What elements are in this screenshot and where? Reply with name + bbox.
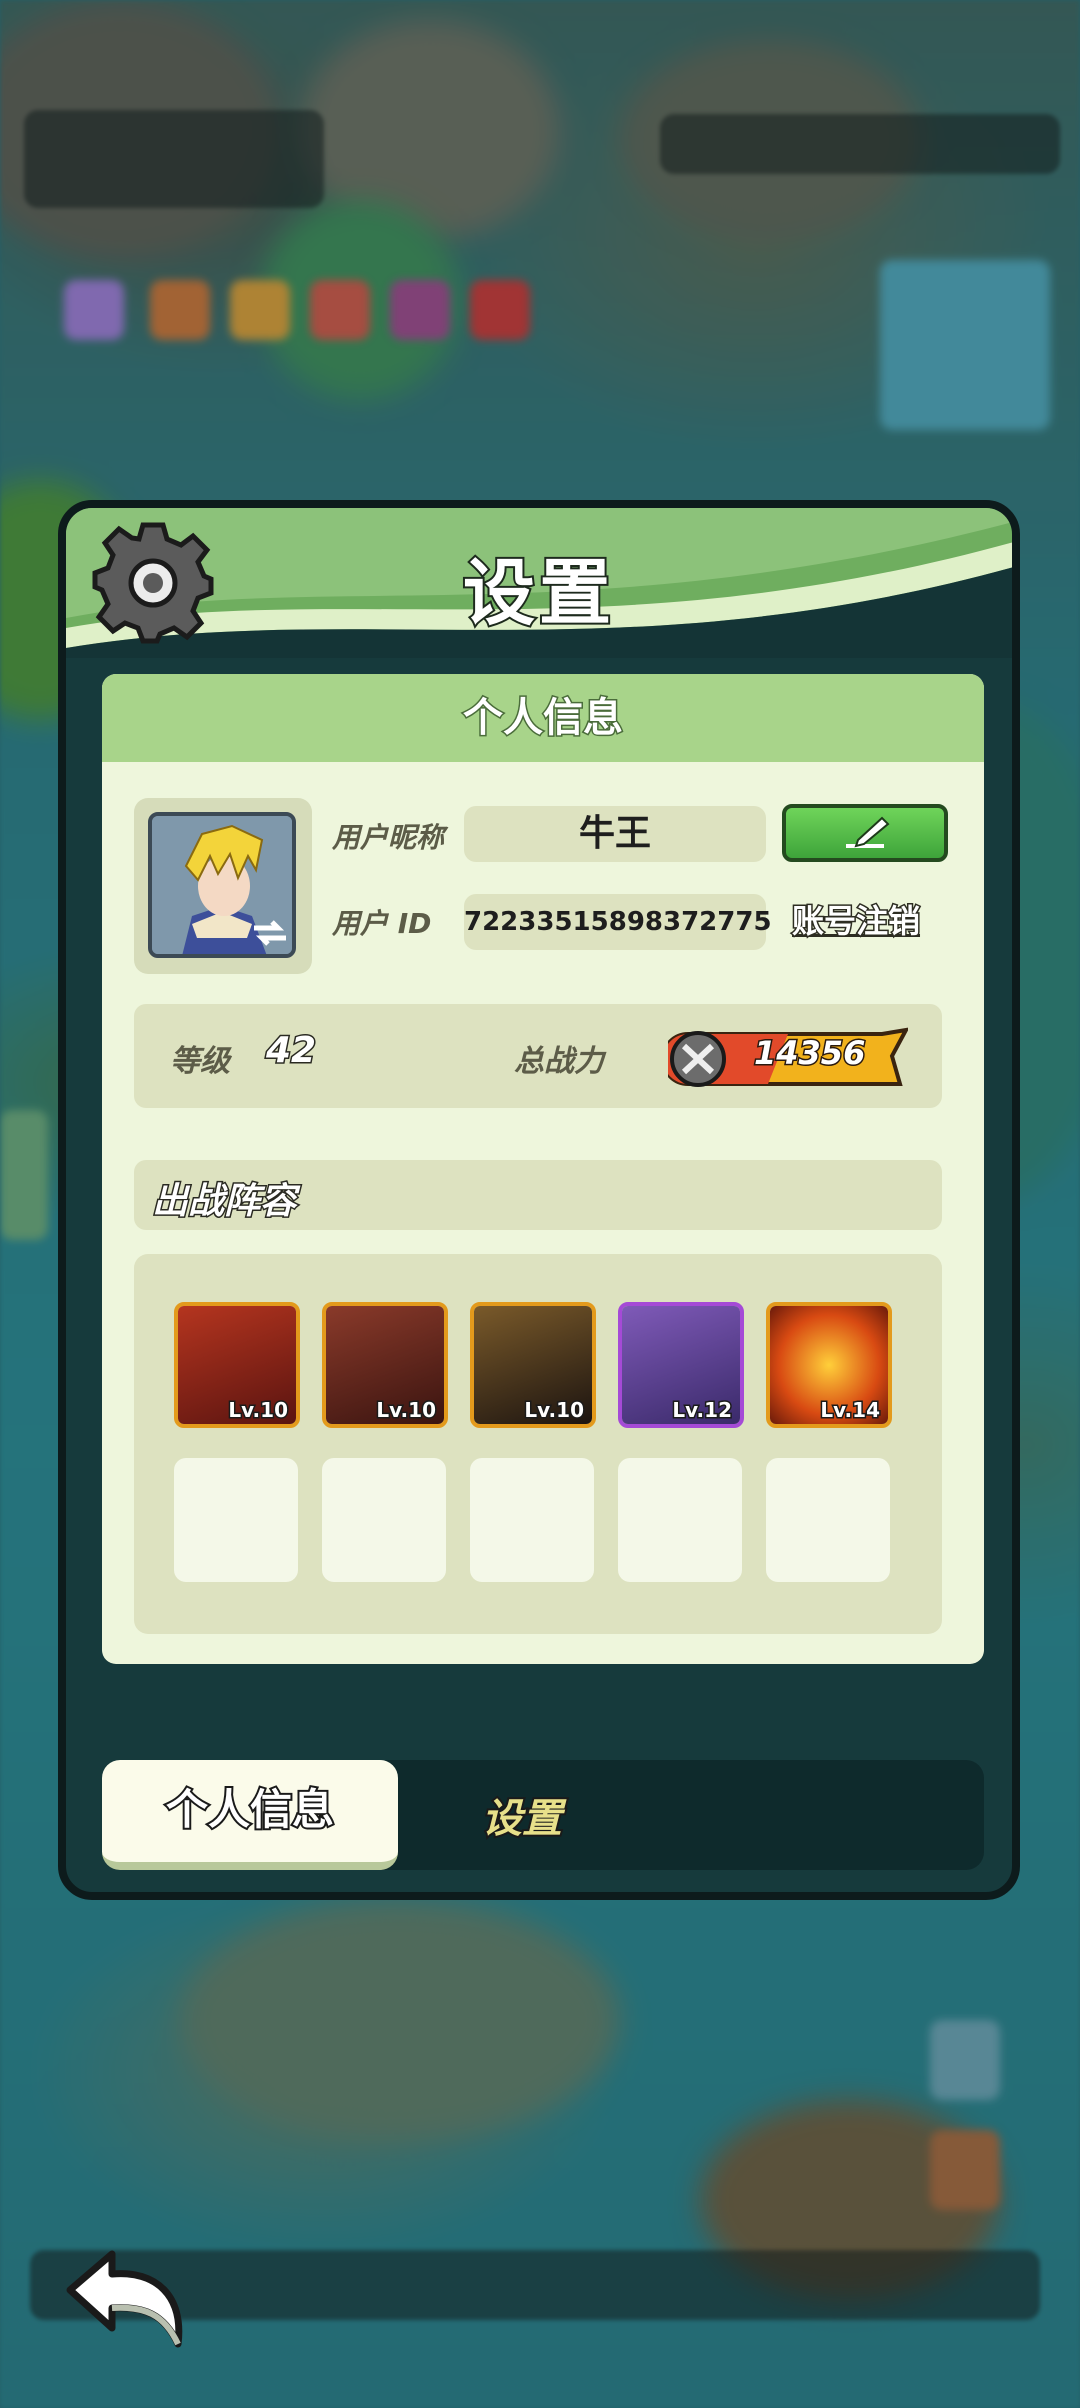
user-id-field: 72233515898372775	[464, 894, 772, 950]
level-label: 等级	[170, 1044, 230, 1079]
hero-level: Lv.12	[671, 1397, 734, 1424]
account-logout-link[interactable]: 账号注销	[790, 896, 921, 942]
hero-level: Lv.10	[523, 1397, 586, 1424]
hero-slot-1[interactable]: Lv.10	[174, 1302, 300, 1428]
swap-icon[interactable]	[250, 916, 290, 950]
power-label: 总战力	[514, 1044, 604, 1079]
section-title: 个人信息	[102, 674, 984, 762]
tab-settings[interactable]: 设置	[480, 1786, 564, 1844]
back-icon	[66, 2250, 183, 2348]
back-button[interactable]	[60, 2248, 190, 2348]
dialog-tabs: 个人信息 设置	[102, 1760, 984, 1870]
edit-icon	[846, 816, 890, 848]
tab-personal-info[interactable]: 个人信息	[102, 1760, 398, 1870]
lineup-title: 出战阵容	[150, 1180, 297, 1224]
settings-dialog: 设置 个人信息 用户昵称 牛王 用户 ID 72233515898372775 …	[58, 500, 1020, 1900]
empty-slot[interactable]	[766, 1458, 890, 1582]
stats-bar: 等级 42 总战力 14356	[134, 1004, 942, 1108]
hero-slot-5[interactable]: Lv.14	[766, 1302, 892, 1428]
avatar-frame[interactable]	[134, 798, 312, 974]
lineup-grid: Lv.10 Lv.10 Lv.10 Lv.12 Lv.14	[134, 1254, 942, 1634]
id-label: 用户 ID	[332, 907, 432, 940]
power-value: 14356	[752, 1033, 866, 1074]
nickname-label: 用户昵称	[332, 821, 445, 854]
hero-level: Lv.14	[819, 1397, 882, 1424]
hero-level: Lv.10	[227, 1397, 290, 1424]
empty-slot[interactable]	[322, 1458, 446, 1582]
dialog-header: 设置	[66, 508, 1012, 658]
dialog-title: 设置	[461, 549, 615, 637]
empty-slot[interactable]	[618, 1458, 742, 1582]
nickname-field: 牛王	[464, 806, 766, 862]
hero-level: Lv.10	[375, 1397, 438, 1424]
level-value: 42	[264, 1029, 317, 1073]
empty-slot[interactable]	[174, 1458, 298, 1582]
hero-slot-4[interactable]: Lv.12	[618, 1302, 744, 1428]
hero-slot-3[interactable]: Lv.10	[470, 1302, 596, 1428]
avatar[interactable]	[148, 812, 296, 958]
lineup-header: 出战阵容	[134, 1160, 942, 1230]
personal-info-card: 个人信息 用户昵称 牛王 用户 ID 72233515898372775 账号注…	[102, 674, 984, 1664]
hero-slot-2[interactable]: Lv.10	[322, 1302, 448, 1428]
edit-nickname-button[interactable]	[782, 804, 948, 862]
empty-slot[interactable]	[470, 1458, 594, 1582]
